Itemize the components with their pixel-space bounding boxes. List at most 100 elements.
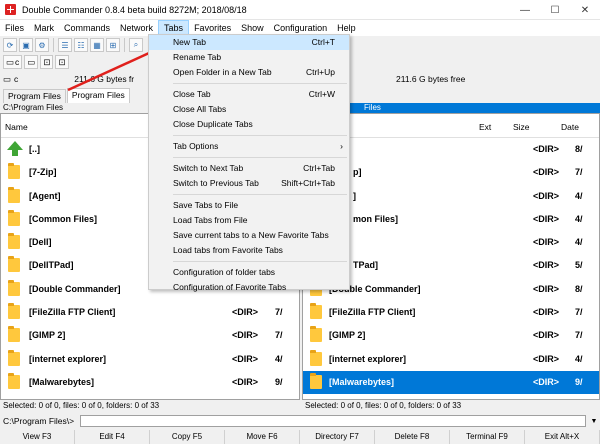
- item-name: [internet explorer]: [29, 353, 107, 364]
- item-size: <DIR>: [232, 376, 259, 387]
- menu-item-load-tabs-from-file[interactable]: Load Tabs from File: [149, 213, 349, 228]
- command-input[interactable]: [80, 415, 586, 427]
- item-date: 8/: [575, 283, 583, 294]
- item-size: <DIR>: [232, 307, 259, 318]
- item-date: 4/: [275, 353, 283, 364]
- chevron-right-icon: ›: [340, 141, 343, 151]
- drive-icon: ▭: [6, 56, 15, 67]
- menu-mark[interactable]: Mark: [29, 20, 59, 36]
- item-name: mon Files]: [353, 213, 399, 224]
- copy-button[interactable]: Copy F5: [150, 430, 225, 444]
- menu-item-rename-tab[interactable]: Rename Tab: [149, 50, 349, 65]
- list-item[interactable]: [Malwarebytes] <DIR> 9/: [1, 371, 299, 394]
- item-date: 7/: [275, 307, 283, 318]
- item-size: <DIR>: [533, 213, 560, 224]
- item-name: [DellTPad]: [29, 260, 74, 271]
- column-date[interactable]: Date: [561, 122, 579, 132]
- tab-program-files[interactable]: Program Files: [3, 89, 66, 103]
- close-button[interactable]: ✕: [570, 0, 600, 20]
- refresh-icon[interactable]: ⟳: [3, 38, 17, 52]
- menu-divider: [173, 261, 347, 262]
- edit-button[interactable]: Edit F4: [75, 430, 150, 444]
- network-icon: ⊡: [43, 56, 51, 67]
- folder-icon: [8, 186, 20, 203]
- directory-button[interactable]: Directory F7: [300, 430, 375, 444]
- item-name: [Dell]: [29, 237, 52, 248]
- list-item[interactable]: [GIMP 2] <DIR> 7/: [1, 324, 299, 347]
- list-item[interactable]: [FileZilla FTP Client] <DIR> 7/: [1, 301, 299, 324]
- options-icon[interactable]: ⚙: [35, 38, 49, 52]
- item-size: <DIR>: [533, 144, 560, 154]
- drive-button[interactable]: ⊡: [40, 55, 54, 69]
- menu-item-close-tab[interactable]: Close Tab Ctrl+W: [149, 87, 349, 102]
- column-ext[interactable]: Ext: [479, 122, 491, 132]
- move-button[interactable]: Move F6: [225, 430, 300, 444]
- column-size[interactable]: Size: [513, 122, 530, 132]
- exit-button[interactable]: Exit Alt+X: [525, 430, 600, 444]
- minimize-button[interactable]: —: [510, 0, 540, 20]
- item-name: [7-Zip]: [29, 167, 57, 178]
- terminal-icon[interactable]: ▣: [19, 38, 33, 52]
- item-date: 7/: [575, 167, 583, 178]
- list-item[interactable]: [GIMP 2] <DIR> 7/: [303, 324, 599, 347]
- menu-divider: [173, 83, 347, 84]
- item-date: 4/: [575, 237, 583, 248]
- list-item[interactable]: [internet explorer] <DIR> 4/: [1, 348, 299, 371]
- menu-item-switch-next-tab[interactable]: Switch to Next Tab Ctrl+Tab: [149, 161, 349, 176]
- right-drive-info: 211.6 G bytes free: [396, 72, 596, 86]
- menu-item-save-tabs-to-file[interactable]: Save Tabs to File: [149, 198, 349, 213]
- list-item[interactable]: [internet explorer] <DIR> 4/: [303, 348, 599, 371]
- delete-button[interactable]: Delete F8: [375, 430, 450, 444]
- app-icon: [5, 4, 16, 15]
- column-name[interactable]: Name: [5, 122, 28, 132]
- menu-item-new-tab[interactable]: New Tab Ctrl+T: [149, 35, 349, 50]
- list-item-selected[interactable]: [Malwarebytes] <DIR> 9/: [303, 370, 599, 395]
- item-size: <DIR>: [533, 283, 560, 294]
- menu-item-tab-options[interactable]: Tab Options ›: [149, 139, 349, 154]
- view-button[interactable]: View F3: [0, 430, 75, 444]
- folder-icon: [310, 326, 322, 343]
- menu-item-config-favorite-tabs[interactable]: Configuration of Favorite Tabs: [149, 280, 349, 295]
- item-name: ]: [353, 190, 356, 201]
- menu-item-switch-previous-tab[interactable]: Switch to Previous Tab Shift+Ctrl+Tab: [149, 176, 349, 191]
- item-size: <DIR>: [533, 353, 560, 364]
- item-size: <DIR>: [533, 307, 560, 318]
- menu-item-load-favorite-tabs[interactable]: Load tabs from Favorite Tabs: [149, 243, 349, 258]
- folder-icon: [310, 303, 322, 320]
- menu-files[interactable]: Files: [0, 20, 29, 36]
- chevron-down-icon[interactable]: ▼: [588, 415, 600, 427]
- left-status: Selected: 0 of 0, files: 0 of 0, folders…: [3, 401, 160, 410]
- terminal-button[interactable]: Terminal F9: [450, 430, 525, 444]
- folder-icon: [8, 209, 20, 226]
- item-name: [Malwarebytes]: [329, 376, 395, 387]
- item-name: [Double Commander]: [29, 283, 121, 294]
- folder-icon: [8, 372, 20, 389]
- maximize-button[interactable]: ☐: [540, 0, 570, 20]
- command-line-path: C:\Program Files\>: [3, 416, 75, 426]
- window-controls: — ☐ ✕: [510, 0, 600, 20]
- item-size: <DIR>: [533, 237, 560, 248]
- drive-button[interactable]: ▭ c: [3, 55, 23, 69]
- item-name: [..]: [29, 144, 40, 154]
- menu-item-open-folder-new-tab[interactable]: Open Folder in a New Tab Ctrl+Up: [149, 65, 349, 80]
- item-name: [Malwarebytes]: [29, 376, 95, 387]
- item-date: 8/: [575, 144, 583, 154]
- menu-commands[interactable]: Commands: [59, 20, 115, 36]
- folder-icon: [310, 349, 322, 366]
- item-size: <DIR>: [533, 330, 560, 341]
- tabs-menu-dropdown: New Tab Ctrl+T Rename Tab Open Folder in …: [148, 34, 350, 292]
- item-date: 5/: [575, 260, 583, 271]
- folder-icon: [310, 372, 322, 389]
- function-key-bar: View F3 Edit F4 Copy F5 Move F6 Director…: [0, 430, 600, 444]
- list-item[interactable]: [FileZilla FTP Client] <DIR> 7/: [303, 301, 599, 324]
- menu-item-save-favorite-tabs[interactable]: Save current tabs to a New Favorite Tabs: [149, 228, 349, 243]
- item-name: [Common Files]: [29, 213, 98, 224]
- drive-letter: c: [14, 74, 19, 84]
- item-date: 4/: [575, 353, 583, 364]
- up-arrow-icon: [7, 141, 23, 156]
- drive-icon: ▭: [27, 56, 36, 67]
- menu-item-close-duplicate-tabs[interactable]: Close Duplicate Tabs: [149, 117, 349, 132]
- menu-item-close-all-tabs[interactable]: Close All Tabs: [149, 102, 349, 117]
- menu-item-config-folder-tabs[interactable]: Configuration of folder tabs: [149, 265, 349, 280]
- drive-button[interactable]: ▭: [24, 55, 39, 69]
